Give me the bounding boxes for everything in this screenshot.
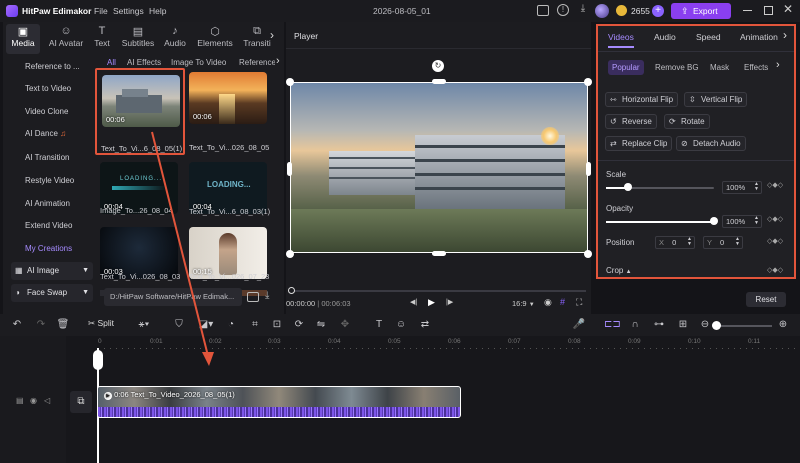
annotation-arrow [151, 131, 214, 366]
